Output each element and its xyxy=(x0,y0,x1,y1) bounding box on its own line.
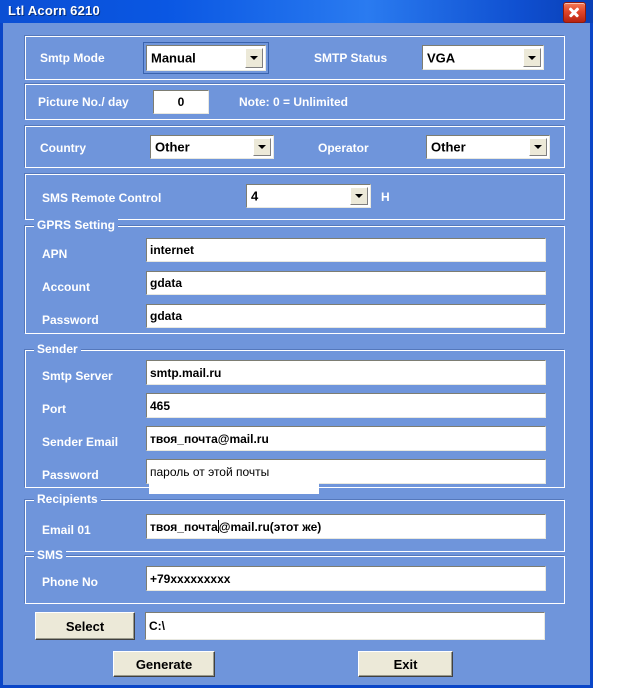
operator-value: Other xyxy=(431,139,466,155)
smtp-mode-select[interactable]: Manual xyxy=(146,45,266,71)
account-input[interactable] xyxy=(146,271,546,295)
sms-remote-control-label: SMS Remote Control xyxy=(42,191,162,205)
exit-button[interactable]: Exit xyxy=(358,651,453,677)
smtp-status-label: SMTP Status xyxy=(314,51,388,65)
phone-no-label: Phone No xyxy=(42,575,98,589)
gprs-password-input[interactable] xyxy=(146,304,546,328)
gprs-password-label: Password xyxy=(42,313,99,327)
sender-group: Sender Smtp Server Port Sender Email Pas… xyxy=(25,342,565,488)
smtp-server-label: Smtp Server xyxy=(42,369,113,383)
select-button[interactable]: Select xyxy=(35,612,135,640)
country-select[interactable]: Other xyxy=(150,135,274,159)
email-01-label: Email 01 xyxy=(42,523,91,537)
render-artifact xyxy=(149,480,319,494)
picture-per-day-label: Picture No./ day xyxy=(38,95,129,109)
smtp-mode-group: Smtp Mode Manual SMTP Status VGA xyxy=(25,36,565,80)
apn-label: APN xyxy=(42,247,68,261)
smtp-mode-value: Manual xyxy=(151,50,196,66)
application-window: Ltl Acorn 6210 Smtp Mode Manual SMTP Sta… xyxy=(0,0,593,688)
chevron-down-icon[interactable] xyxy=(245,48,263,68)
sms-legend: SMS xyxy=(34,548,67,562)
smtp-status-select[interactable]: VGA xyxy=(422,45,544,70)
operator-label: Operator xyxy=(318,141,369,155)
recipients-legend: Recipients xyxy=(34,492,101,506)
sms-remote-control-value: 4 xyxy=(251,188,259,204)
email-01-input[interactable]: твоя_почта @mail.ru(этот же) xyxy=(146,514,546,539)
smtp-server-input[interactable] xyxy=(146,360,546,385)
email-01-value-before-caret: твоя_почта xyxy=(150,519,218,534)
email-01-value-after-caret: @mail.ru(этот же) xyxy=(218,519,322,534)
picture-per-day-group: Picture No./ day Note: 0 = Unlimited xyxy=(25,84,565,120)
sms-remote-control-select[interactable]: 4 xyxy=(246,184,371,208)
sms-remote-control-unit: H xyxy=(381,190,390,204)
chevron-down-icon[interactable] xyxy=(529,138,547,156)
apn-input[interactable] xyxy=(146,238,546,262)
title-bar: Ltl Acorn 6210 xyxy=(0,0,593,23)
country-operator-group: Country Other Operator Other xyxy=(25,126,565,168)
port-input[interactable] xyxy=(146,393,546,418)
sender-legend: Sender xyxy=(34,342,81,356)
smtp-mode-label: Smtp Mode xyxy=(40,51,105,65)
country-label: Country xyxy=(40,141,86,155)
operator-select[interactable]: Other xyxy=(426,135,550,159)
account-label: Account xyxy=(42,280,90,294)
gprs-setting-legend: GPRS Setting xyxy=(34,218,119,232)
smtp-status-value: VGA xyxy=(427,50,456,65)
generate-button[interactable]: Generate xyxy=(113,651,215,677)
sender-password-label: Password xyxy=(42,468,99,482)
chevron-down-icon[interactable] xyxy=(350,187,368,205)
path-input[interactable] xyxy=(145,612,545,640)
country-value: Other xyxy=(155,139,190,155)
port-label: Port xyxy=(42,402,66,416)
sender-email-label: Sender Email xyxy=(42,435,119,449)
sender-email-input[interactable] xyxy=(146,426,546,451)
recipients-group: Recipients Email 01 твоя_почта @mail.ru(э… xyxy=(25,492,565,552)
gprs-setting-group: GPRS Setting APN Account Password xyxy=(25,218,565,334)
chevron-down-icon[interactable] xyxy=(523,48,541,67)
chevron-down-icon[interactable] xyxy=(253,138,271,156)
window-title: Ltl Acorn 6210 xyxy=(8,3,100,18)
picture-per-day-note: Note: 0 = Unlimited xyxy=(239,95,349,109)
close-icon[interactable] xyxy=(563,2,586,23)
picture-per-day-input[interactable] xyxy=(153,90,209,114)
phone-no-input[interactable] xyxy=(146,566,546,591)
sms-group: SMS Phone No xyxy=(25,548,565,604)
sms-remote-control-group: SMS Remote Control 4 H xyxy=(25,174,565,220)
